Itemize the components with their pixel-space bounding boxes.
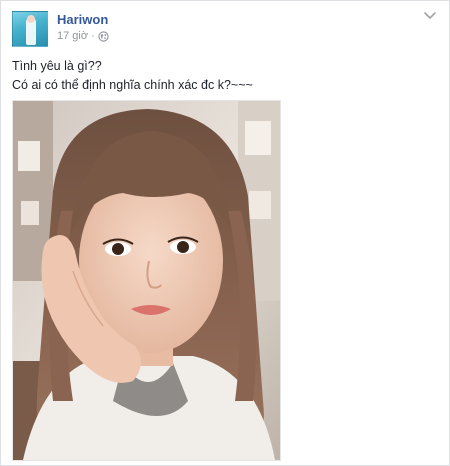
post-meta: 17 giờ · [57,30,109,42]
timestamp[interactable]: 17 giờ [57,30,88,42]
status-line: Có ai có thể định nghĩa chính xác đc k?~… [12,78,253,92]
author-name[interactable]: Hariwon [57,12,108,27]
meta-separator: · [91,30,95,42]
status-text: Tình yêu là gì?? Có ai có thể định nghĩa… [12,57,432,95]
chevron-down-icon[interactable] [423,10,437,22]
post-photo[interactable] [12,100,281,461]
selfie-image [13,101,280,460]
status-line: Tình yêu là gì?? [12,59,102,73]
post-card: Hariwon 17 giờ · Tình yêu là gì?? Có ai … [0,0,450,466]
avatar[interactable] [12,11,48,47]
globe-icon[interactable] [98,30,109,42]
